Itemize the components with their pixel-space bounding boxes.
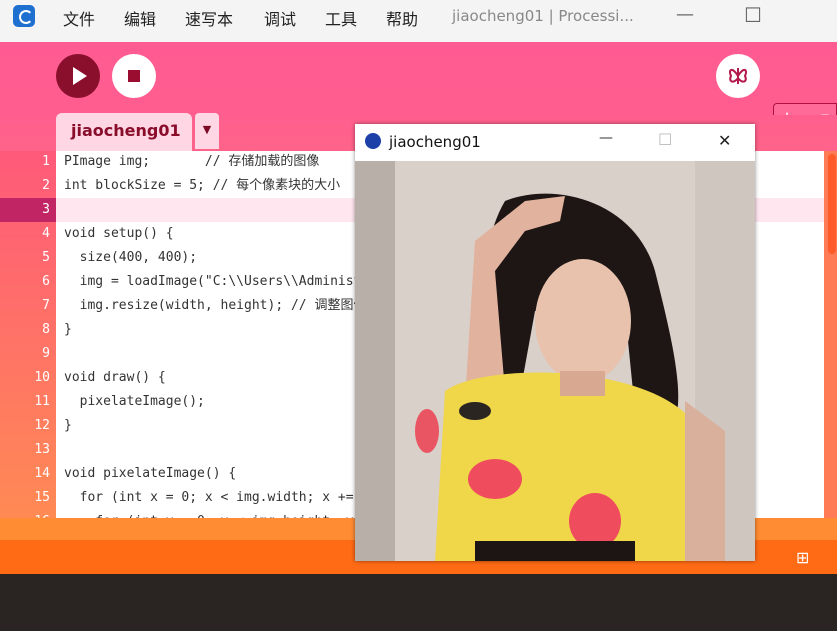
line-number: 14 (34, 466, 50, 481)
line-number: 11 (34, 394, 50, 409)
code-line[interactable]: void draw() { (64, 366, 166, 390)
line-number: 10 (34, 370, 50, 385)
menu-sketch[interactable]: 速写本 (185, 6, 233, 30)
sketch-minimize-button[interactable]: — (599, 130, 613, 146)
window-title: jiaocheng01 | Processi... (452, 7, 634, 25)
code-line[interactable]: img = loadImage("C:\\Users\\Administr (64, 270, 370, 294)
menu-edit[interactable]: 编辑 (124, 6, 156, 30)
line-number: 13 (34, 442, 50, 457)
line-number: 1 (42, 154, 50, 169)
code-line[interactable]: for (int x = 0; x < img.width; x += b (64, 486, 370, 510)
line-number: 9 (42, 346, 50, 361)
code-line[interactable]: PImage img; // 存储加载的图像 (64, 150, 319, 174)
chevron-down-icon: ▼ (202, 123, 212, 136)
code-line[interactable]: void pixelateImage() { (64, 462, 236, 486)
stop-icon (128, 70, 140, 82)
code-line[interactable]: void setup() { (64, 222, 174, 246)
butterfly-icon (728, 68, 748, 84)
debug-button[interactable] (716, 54, 760, 98)
menu-help[interactable]: 帮助 (386, 6, 418, 30)
code-line[interactable]: size(400, 400); (64, 246, 197, 270)
add-console-icon[interactable]: ⊞ (796, 548, 809, 567)
sketch-close-button[interactable]: ✕ (718, 131, 731, 150)
sketch-window-title: jiaocheng01 (389, 133, 481, 151)
tab-jiaocheng01[interactable]: jiaocheng01 (56, 113, 192, 151)
menu-tools[interactable]: 工具 (325, 6, 357, 30)
sketch-maximize-button[interactable]: ☐ (658, 130, 672, 149)
line-number: 6 (42, 274, 50, 289)
sketch-window: jiaocheng01 — ☐ ✕ (355, 124, 755, 561)
line-number: 2 (42, 178, 50, 193)
pixelated-photo-canvas (355, 161, 755, 561)
play-icon (73, 67, 87, 85)
pixelated-photo (355, 161, 755, 561)
line-number: 15 (34, 490, 50, 505)
processing-app-icon (13, 5, 35, 27)
menu-bar: 文件 编辑 速写本 调试 工具 帮助 jiaocheng01 | Process… (0, 0, 837, 42)
code-line[interactable]: img.resize(width, height); // 调整图像 (64, 294, 367, 318)
code-line[interactable]: } (64, 414, 72, 438)
run-button[interactable] (56, 54, 100, 98)
stop-button[interactable] (112, 54, 156, 98)
code-line[interactable]: int blockSize = 5; // 每个像素块的大小 (64, 174, 340, 198)
tab-menu-button[interactable]: ▼ (195, 113, 219, 149)
maximize-button[interactable]: ☐ (744, 3, 762, 27)
line-number: 4 (42, 226, 50, 241)
editor-scrollbar-thumb[interactable] (828, 154, 836, 254)
menu-file[interactable]: 文件 (63, 6, 95, 30)
line-number: 5 (42, 250, 50, 265)
menu-debug[interactable]: 调试 (264, 6, 296, 30)
code-line[interactable]: pixelateImage(); (64, 390, 205, 414)
code-line[interactable]: } (64, 318, 72, 342)
line-number: 12 (34, 418, 50, 433)
minimize-button[interactable]: — (676, 4, 694, 25)
line-number: 7 (42, 298, 50, 313)
line-number: 3 (42, 202, 50, 217)
processing-logo-icon (365, 133, 381, 149)
console-area (0, 574, 837, 631)
toolbar: Java ▼ (0, 42, 837, 135)
tab-label: jiaocheng01 (71, 121, 181, 140)
line-number: 8 (42, 322, 50, 337)
